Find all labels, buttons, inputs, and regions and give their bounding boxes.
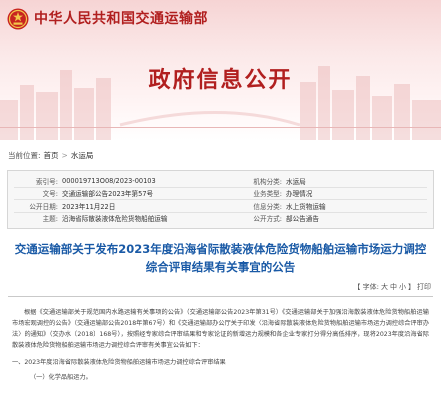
document-metadata-table: 索引号: 000019713O08/2023-00103 机构分类: 水运局 文…	[7, 170, 434, 229]
section-heading: 一、2023年度沿海省际散装液体危险货物船舶运输市场运力调控综合评审结果	[12, 359, 226, 366]
breadcrumb-water-transport-link[interactable]: 水运局	[71, 150, 94, 161]
header-divider	[0, 127, 441, 128]
subsection-heading: （一）化学品船运力。	[30, 374, 92, 381]
metadata-key: 业务类型:	[253, 190, 282, 199]
font-size-medium-button[interactable]: 中	[390, 282, 397, 292]
metadata-key: 公开方式:	[253, 215, 282, 224]
metadata-key: 公开日期:	[29, 202, 58, 211]
body-paragraph: 根据《交通运输部关于规范国内水路运输有关事项的公告》（交通运输部公告2023年第…	[12, 309, 429, 349]
font-size-controls: 【 字体: 大 中 小 】 打印	[0, 282, 431, 292]
font-size-label: 【 字体:	[353, 283, 379, 291]
metadata-value: 沿海省际散装液体危险货物船舶运输	[62, 215, 168, 224]
metadata-key: 文号:	[42, 190, 58, 199]
metadata-value: 交通运输部公告2023年第57号	[62, 190, 154, 199]
metadata-key: 索引号:	[35, 177, 58, 186]
metadata-value: 水运局	[286, 177, 306, 186]
metadata-row: 文号: 交通运输部公告2023年第57号 业务类型: 办理情况	[8, 188, 433, 200]
metadata-value: 2023年11月22日	[62, 202, 116, 211]
metadata-value: 部公告通告	[286, 215, 319, 224]
title-divider	[8, 296, 433, 297]
site-header: 中华人民共和国交通运输部 政府信息公开	[0, 0, 441, 140]
font-size-small-button[interactable]: 小	[399, 282, 406, 292]
page-title: 政府信息公开	[148, 68, 293, 93]
metadata-row: 公开日期: 2023年11月22日 信息分类: 水上货物运输	[8, 200, 433, 212]
metadata-value: 000019713O08/2023-00103	[62, 176, 156, 185]
metadata-row: 索引号: 000019713O08/2023-00103 机构分类: 水运局	[8, 175, 433, 187]
breadcrumb-home-link[interactable]: 首页	[44, 150, 59, 161]
breadcrumb-prefix: 当前位置:	[8, 150, 41, 160]
metadata-key: 机构分类:	[253, 177, 282, 186]
national-emblem-icon	[7, 8, 29, 30]
metadata-row: 主题: 沿海省际散装液体危险货物船舶运输 公开方式: 部公告通告	[8, 213, 433, 225]
print-button[interactable]: 打印	[417, 282, 431, 292]
breadcrumb: 当前位置: 首页 > 水运局	[0, 146, 441, 164]
metadata-value: 办理情况	[286, 190, 313, 199]
breadcrumb-separator: >	[61, 150, 68, 160]
font-size-large-button[interactable]: 大	[381, 282, 388, 292]
metadata-key: 主题:	[42, 215, 58, 224]
metadata-value: 水上货物运输	[286, 202, 326, 211]
ministry-name[interactable]: 中华人民共和国交通运输部	[34, 8, 208, 30]
metadata-key: 信息分类:	[253, 202, 282, 211]
font-size-bracket-end: 】	[408, 283, 415, 291]
article-title: 交通运输部关于发布2023年度沿海省际散装液体危险货物船舶运输市场运力调控综合评…	[14, 242, 427, 274]
